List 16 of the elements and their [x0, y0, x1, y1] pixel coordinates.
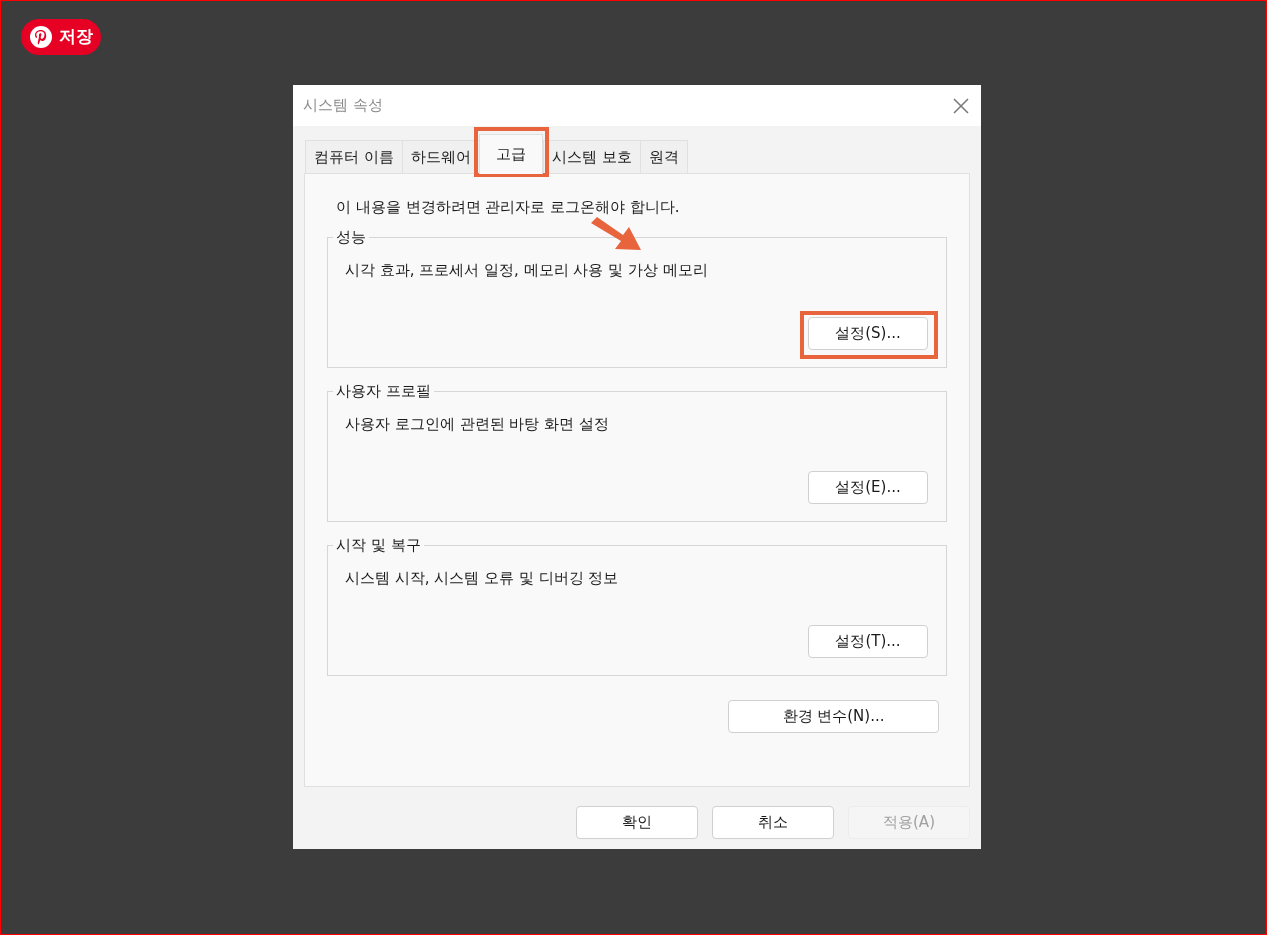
group-description: 사용자 로그인에 관련된 바탕 화면 설정 [345, 413, 610, 435]
tab[interactable]: 고급 [478, 134, 543, 174]
save-button[interactable]: 저장 [21, 19, 101, 55]
tab[interactable]: 시스템 보호 [542, 140, 641, 173]
group-description: 시각 효과, 프로세서 일정, 메모리 사용 및 가상 메모리 [345, 259, 709, 281]
settings-button[interactable]: 설정(E)... [808, 470, 928, 504]
group-description: 시스템 시작, 시스템 오류 및 디버깅 정보 [345, 567, 620, 589]
window-title: 시스템 속성 [303, 95, 383, 117]
dialog-button[interactable]: 취소 [712, 806, 834, 839]
dialog-button[interactable]: 확인 [576, 806, 698, 839]
settings-button[interactable]: 설정(T)... [808, 624, 928, 658]
notice-text: 이 내용을 변경하려면 관리자로 로그온해야 합니다. [336, 197, 681, 218]
settings-button[interactable]: 설정(S)... [808, 316, 928, 350]
tab[interactable]: 컴퓨터 이름 [305, 140, 403, 173]
tab[interactable]: 원격 [639, 140, 688, 173]
environment-variables-button[interactable]: 환경 변수(N)... [728, 699, 939, 733]
